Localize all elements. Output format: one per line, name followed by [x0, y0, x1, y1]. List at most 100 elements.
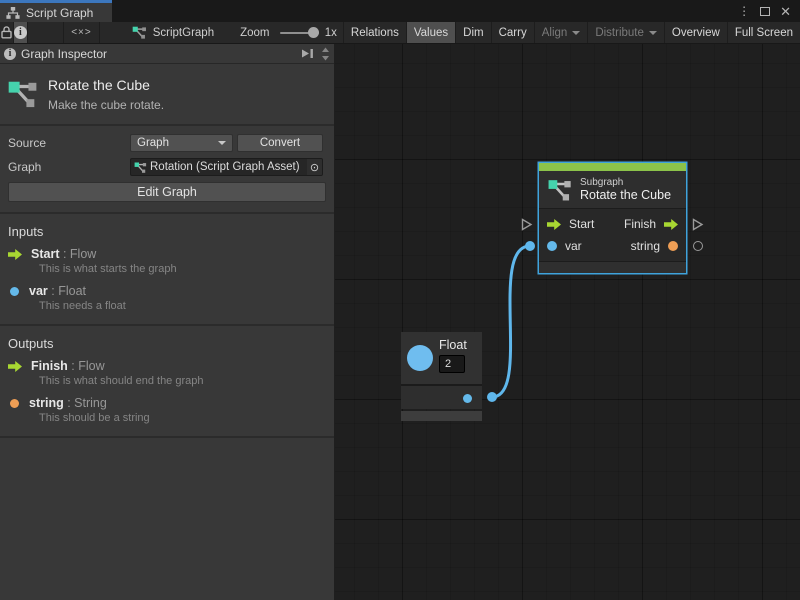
- script-graph-icon: [134, 161, 147, 174]
- edit-graph-button[interactable]: Edit Graph: [8, 182, 326, 202]
- toolbar: i <×> ScriptGraph Zoom 1x Relations Valu…: [0, 22, 800, 44]
- window-menu-icon[interactable]: ⋮: [738, 5, 750, 17]
- graph-input-trigger-icon[interactable]: [521, 218, 533, 234]
- scroll-spinner-icon[interactable]: [321, 46, 330, 62]
- relations-button[interactable]: Relations: [343, 22, 406, 43]
- info-icon: i: [14, 26, 27, 39]
- tab-title: Script Graph: [26, 6, 93, 20]
- toolbar-right-group: Relations Values Dim Carry Align Distrib…: [343, 22, 800, 43]
- script-graph-icon: [132, 25, 147, 40]
- graph-title-section: Rotate the Cube Make the cube rotate.: [0, 64, 334, 126]
- graph-subtitle: Make the cube rotate.: [48, 93, 164, 112]
- port-type: Float: [58, 284, 86, 298]
- port-description: This should be a string: [39, 410, 326, 424]
- source-dropdown-value: Graph: [137, 137, 169, 149]
- graph-breadcrumb[interactable]: ScriptGraph: [126, 22, 220, 43]
- align-button[interactable]: Align: [534, 22, 588, 43]
- value-out-port-icon[interactable]: [463, 394, 472, 403]
- node-footer: [401, 411, 482, 421]
- port-name: Start: [31, 247, 59, 261]
- float-node[interactable]: Float 2: [401, 332, 482, 421]
- inputs-heading: Inputs: [8, 222, 326, 247]
- flow-in-port-icon[interactable]: [547, 219, 561, 230]
- code-view-button[interactable]: <×>: [64, 22, 100, 43]
- zoom-slider[interactable]: [280, 22, 319, 43]
- port-name: string: [29, 396, 64, 410]
- zoom-label: Zoom: [234, 22, 275, 43]
- script-graph-icon: [548, 178, 572, 202]
- node-title: Rotate the Cube: [580, 188, 671, 202]
- zoom-value: 1x: [323, 22, 343, 43]
- lock-button[interactable]: [0, 22, 14, 43]
- node-kind-label: Subgraph: [580, 177, 671, 188]
- list-item: Start : Flow This is what starts the gra…: [8, 247, 326, 275]
- port-description: This is what should end the graph: [39, 373, 326, 387]
- graph-breadcrumb-label: ScriptGraph: [153, 27, 214, 39]
- float-type-icon: [407, 345, 433, 371]
- close-icon[interactable]: ✕: [780, 5, 791, 18]
- full-screen-button[interactable]: Full Screen: [727, 22, 800, 43]
- node-header[interactable]: Float 2: [401, 332, 482, 384]
- align-label: Align: [542, 27, 568, 39]
- source-label: Source: [8, 136, 130, 150]
- port-label: string: [631, 239, 660, 253]
- distribute-button[interactable]: Distribute: [587, 22, 664, 43]
- node-header-strip: [539, 163, 686, 171]
- value-port-icon: [10, 399, 19, 408]
- port-label: Finish: [624, 217, 656, 231]
- port-separator: :: [68, 359, 78, 373]
- value-in-port-icon[interactable]: [547, 241, 557, 251]
- inputs-section: Inputs Start : Flow This is what starts …: [0, 214, 334, 326]
- graph-canvas[interactable]: Subgraph Rotate the Cube Start Finish: [335, 44, 800, 600]
- graph-inspector-panel: i Graph Inspector Rotate the Cube Make t…: [0, 44, 335, 600]
- node-header[interactable]: Subgraph Rotate the Cube: [539, 171, 686, 208]
- port-name: Finish: [31, 359, 68, 373]
- inspector-toggle-button[interactable]: i: [14, 22, 28, 43]
- port-name: var: [29, 284, 48, 298]
- graph-object-value: Rotation (Script Graph Asset): [150, 161, 307, 173]
- port-description: This needs a float: [39, 298, 326, 312]
- toolbar-spacer: [28, 22, 64, 43]
- distribute-label: Distribute: [595, 27, 644, 39]
- flow-port-icon: [8, 249, 22, 260]
- graph-inspector-header: i Graph Inspector: [0, 44, 334, 64]
- value-out-port-icon[interactable]: [668, 241, 678, 251]
- list-item: string : String This should be a string: [8, 396, 326, 424]
- maximize-icon[interactable]: [760, 7, 770, 16]
- lock-icon: [1, 26, 12, 39]
- port-description: This is what starts the graph: [39, 261, 326, 275]
- graph-output-value-icon[interactable]: [693, 241, 703, 251]
- source-dropdown[interactable]: Graph: [130, 134, 233, 152]
- overview-button[interactable]: Overview: [664, 22, 727, 43]
- list-item: Finish : Flow This is what should end th…: [8, 359, 326, 387]
- outputs-heading: Outputs: [8, 334, 326, 359]
- graph-object-field[interactable]: Rotation (Script Graph Asset) ⊙: [130, 158, 323, 176]
- script-graph-icon: [8, 76, 38, 109]
- value-port-icon: [10, 287, 19, 296]
- values-button[interactable]: Values: [406, 22, 455, 43]
- subgraph-node[interactable]: Subgraph Rotate the Cube Start Finish: [539, 163, 686, 273]
- port-type: String: [74, 396, 107, 410]
- inspector-title: Graph Inspector: [21, 47, 296, 61]
- flow-out-port-icon[interactable]: [664, 219, 678, 230]
- object-picker-icon[interactable]: ⊙: [307, 159, 322, 175]
- port-type: Flow: [70, 247, 96, 261]
- port-type: Flow: [78, 359, 104, 373]
- convert-button[interactable]: Convert: [237, 134, 323, 152]
- carry-button[interactable]: Carry: [491, 22, 534, 43]
- connection-wire: [335, 44, 800, 600]
- zoom-slider-handle[interactable]: [308, 27, 319, 38]
- tab-script-graph[interactable]: Script Graph: [0, 0, 112, 22]
- graph-output-trigger-icon[interactable]: [692, 218, 704, 234]
- node-ports: Start Finish var string: [539, 208, 686, 261]
- chevron-down-icon: [649, 31, 657, 35]
- flow-port-icon: [8, 361, 22, 372]
- dim-button[interactable]: Dim: [455, 22, 490, 43]
- chevron-down-icon: [572, 31, 580, 35]
- port-separator: :: [48, 284, 58, 298]
- graph-field-label: Graph: [8, 160, 130, 174]
- dock-panel-icon[interactable]: [301, 48, 316, 59]
- graph-title: Rotate the Cube: [48, 76, 164, 93]
- code-view-icon: <×>: [71, 27, 92, 38]
- float-value-input[interactable]: 2: [439, 355, 465, 373]
